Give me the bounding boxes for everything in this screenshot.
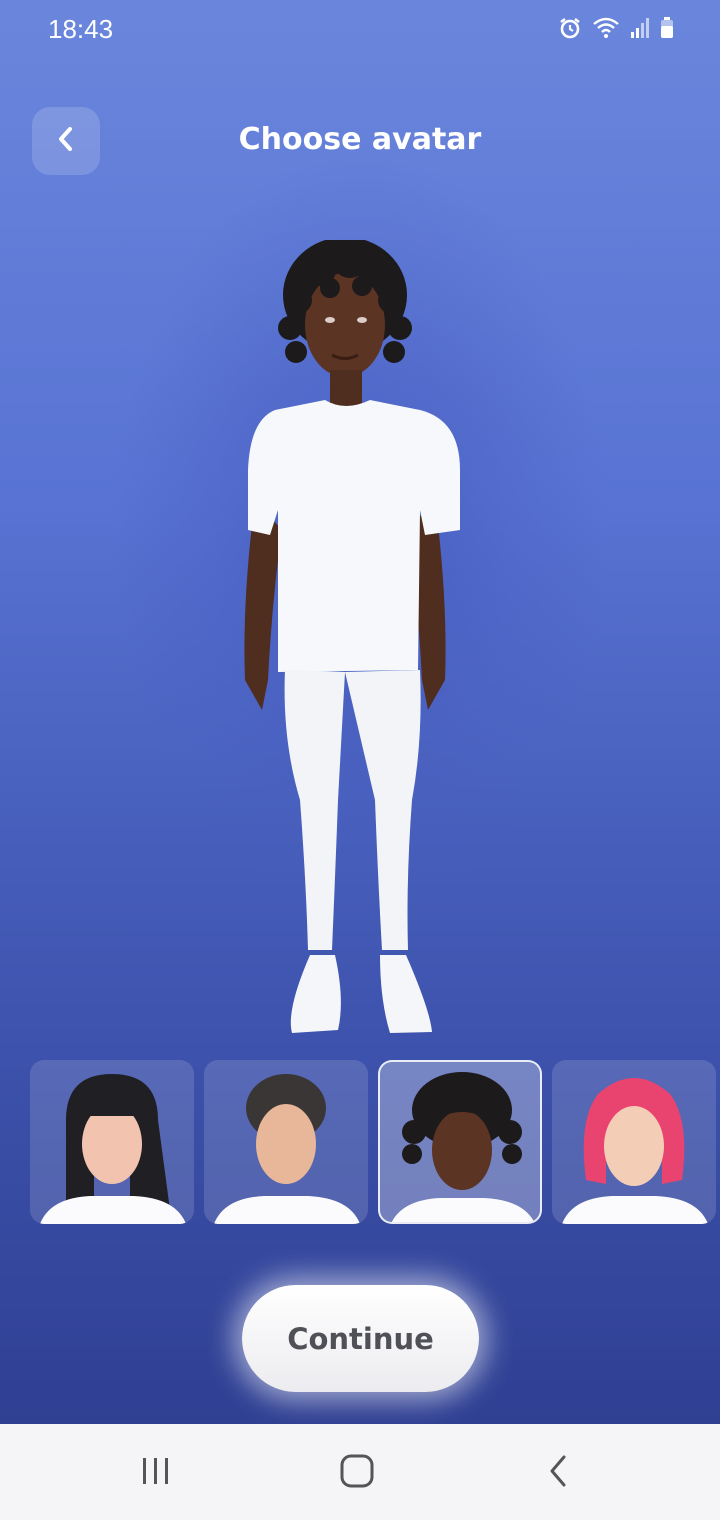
recent-apps-button[interactable] xyxy=(126,1448,186,1498)
avatar-choices xyxy=(30,1060,720,1224)
avatar-preview xyxy=(220,237,500,1050)
avatar-option-short-dark-hair[interactable] xyxy=(204,1060,368,1224)
recent-apps-icon xyxy=(139,1456,173,1490)
home-button[interactable] xyxy=(327,1448,387,1498)
avatar-option-pink-bob[interactable] xyxy=(552,1060,716,1224)
home-icon xyxy=(339,1453,375,1493)
continue-button[interactable]: Continue xyxy=(242,1285,479,1392)
system-nav-bar xyxy=(0,1424,720,1520)
status-icons xyxy=(558,16,674,40)
avatar-option-curly-locs[interactable] xyxy=(378,1060,542,1224)
alarm-icon xyxy=(558,16,582,40)
status-bar: 18:43 xyxy=(0,0,720,60)
wifi-icon xyxy=(592,16,620,40)
battery-icon xyxy=(660,17,674,39)
signal-icon xyxy=(630,17,650,39)
avatar-screen: 18:43 Choose avatar Continue xyxy=(0,0,720,1424)
avatar-option-long-black-hair[interactable] xyxy=(30,1060,194,1224)
system-back-button[interactable] xyxy=(528,1448,588,1498)
back-arrow-icon xyxy=(546,1454,570,1492)
page-title: Choose avatar xyxy=(238,122,482,157)
status-time: 18:43 xyxy=(48,14,114,44)
